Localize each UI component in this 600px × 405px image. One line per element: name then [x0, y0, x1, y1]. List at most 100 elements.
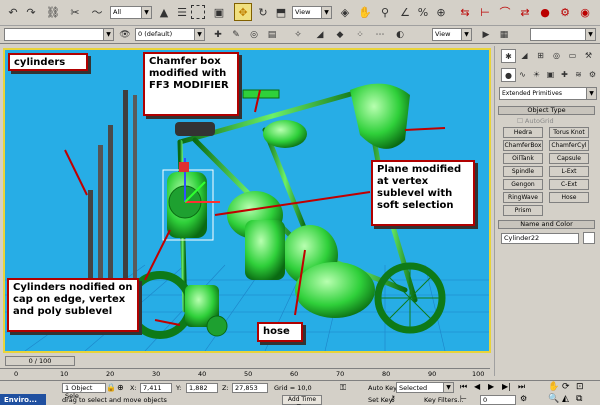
motion-tab-icon[interactable]: ◎: [549, 49, 564, 63]
quick-render-icon[interactable]: ◉: [576, 3, 594, 21]
angle-snap-icon[interactable]: ∠: [396, 3, 414, 21]
helpers-icon[interactable]: ✚: [557, 68, 572, 82]
pivot-center-icon[interactable]: ◈: [336, 3, 354, 21]
cameras-icon[interactable]: ▣: [543, 68, 558, 82]
chamfer-box[interactable]: [242, 89, 280, 99]
next-frame-icon[interactable]: ▶|: [502, 382, 511, 391]
seat[interactable]: [263, 120, 307, 148]
spacewarps-icon[interactable]: ≋: [571, 68, 586, 82]
track-bar[interactable]: 0 10 20 30 40 50 60 70 80 90 100: [0, 368, 490, 380]
snap-icon[interactable]: ⚲: [376, 3, 394, 21]
display-tab-icon[interactable]: ▭: [565, 49, 580, 63]
object-color-swatch[interactable]: [583, 232, 595, 244]
mirror-icon[interactable]: ⇆: [456, 3, 474, 21]
layer-manager-icon[interactable]: ▤: [264, 27, 280, 42]
category-dropdown[interactable]: Extended Primitives ▼: [499, 87, 597, 100]
select-layer-icon[interactable]: ◎: [246, 27, 262, 42]
absolute-mode-icon[interactable]: ⊕: [117, 383, 124, 392]
render-setup-icon[interactable]: ⚙: [556, 3, 574, 21]
time-config-icon[interactable]: ⚙: [520, 394, 527, 403]
hedra-button[interactable]: Hedra: [503, 127, 543, 138]
window-crossing-icon[interactable]: ▣: [210, 3, 228, 21]
curve-editor-icon[interactable]: ⌒: [496, 3, 514, 21]
torus-knot-button[interactable]: Torus Knot: [549, 127, 589, 138]
key-mode-icon[interactable]: ⚿: [340, 383, 346, 393]
percent-snap-icon[interactable]: %: [414, 3, 432, 21]
layer-visible-icon[interactable]: 👁: [117, 27, 133, 42]
fender-plane[interactable]: [350, 83, 410, 149]
handlebar[interactable]: [175, 122, 215, 136]
object-type-rollout[interactable]: Object Type: [498, 106, 595, 115]
z-coordinate-field[interactable]: 27,853: [232, 383, 268, 393]
y-coordinate-field[interactable]: 1,882: [186, 383, 218, 393]
geometry-icon[interactable]: ●: [501, 68, 516, 82]
field-of-view-icon[interactable]: ◭: [562, 394, 569, 404]
auto-key-button[interactable]: Auto Key: [368, 384, 397, 392]
current-frame-field[interactable]: 0: [480, 395, 516, 405]
chamfercyl-button[interactable]: ChamferCyl: [549, 140, 589, 151]
name-color-rollout[interactable]: Name and Color: [498, 220, 595, 229]
spindle-button[interactable]: Spindle: [503, 166, 543, 177]
c-ext-button[interactable]: C-Ext: [549, 179, 589, 190]
time-slider[interactable]: 0 / 100: [3, 355, 491, 367]
hierarchy-tab-icon[interactable]: ⊞: [533, 49, 548, 63]
front-wheel[interactable]: [126, 271, 194, 339]
prev-frame-icon[interactable]: ◀: [474, 382, 480, 391]
add-to-layer-icon[interactable]: ✎: [228, 27, 244, 42]
zoom-extents-icon[interactable]: ⊡: [576, 382, 584, 392]
array-icon[interactable]: ⁘: [352, 27, 368, 42]
bind-spacewarp-icon[interactable]: 〜: [88, 3, 106, 21]
x-coordinate-field[interactable]: 7,411: [140, 383, 172, 393]
named-selection-dropdown[interactable]: ▼: [4, 28, 114, 41]
utilities-tab-icon[interactable]: ⚒: [581, 49, 596, 63]
spacing-icon[interactable]: ⋯: [372, 27, 388, 42]
isolate-icon[interactable]: ✧: [290, 27, 306, 42]
display-floater-icon[interactable]: ◢: [312, 27, 328, 42]
key-mode-toggle-icon[interactable]: ⊢: [460, 394, 467, 403]
render-preset-dropdown[interactable]: ▼: [530, 28, 596, 41]
selection-filter-dropdown[interactable]: All ▼: [110, 6, 152, 19]
oiltank-button[interactable]: OilTank: [503, 153, 543, 164]
goto-end-icon[interactable]: ⏭: [518, 382, 525, 392]
ringwave-button[interactable]: RingWave: [503, 192, 543, 203]
scale-icon[interactable]: ⬒: [272, 3, 290, 21]
material-editor-icon[interactable]: ●: [536, 3, 554, 21]
key-filters-button[interactable]: Key Filters...: [424, 396, 464, 404]
key-set-dropdown[interactable]: Selected ▼: [396, 382, 454, 393]
align-icon[interactable]: ⊢: [476, 3, 494, 21]
taskbar-button[interactable]: Enviro...: [0, 394, 46, 405]
zoom-icon[interactable]: 🔍: [548, 394, 559, 404]
play-icon[interactable]: ▶: [488, 382, 494, 391]
pan-icon[interactable]: ✋: [548, 382, 559, 392]
ref-coord-dropdown[interactable]: View ▼: [292, 6, 332, 19]
autogrid-checkbox[interactable]: ☐ AutoGrid: [517, 117, 554, 125]
maximize-viewport-icon[interactable]: ⧉: [576, 394, 582, 404]
capsule-button[interactable]: Capsule: [549, 153, 589, 164]
l-ext-button[interactable]: L-Ext: [549, 166, 589, 177]
prism-button[interactable]: Prism: [503, 205, 543, 216]
undo-icon[interactable]: ↶: [4, 3, 22, 21]
orbit-icon[interactable]: ⟳: [562, 382, 570, 392]
goto-start-icon[interactable]: ⏮: [460, 382, 467, 392]
shapes-icon[interactable]: ∿: [515, 68, 530, 82]
perspective-viewport[interactable]: cylinders Chamfer box modified with FF3 …: [3, 48, 491, 353]
systems-icon[interactable]: ⚙: [585, 68, 600, 82]
gengon-button[interactable]: Gengon: [503, 179, 543, 190]
lower-cylinder[interactable]: [185, 285, 228, 337]
render-frame-icon[interactable]: ▦: [496, 27, 512, 42]
rect-selection-icon[interactable]: [191, 5, 205, 19]
view-dropdown[interactable]: View ▼: [432, 28, 472, 41]
object-name-field[interactable]: Cylinder22: [501, 233, 579, 244]
hose-button[interactable]: Hose: [549, 192, 589, 203]
selected-cylinder[interactable]: [162, 158, 220, 241]
move-icon[interactable]: ✥: [234, 3, 252, 21]
redo-icon[interactable]: ↷: [22, 3, 40, 21]
shade-icon[interactable]: ◆: [332, 27, 348, 42]
spinner-snap-icon[interactable]: ⊕: [432, 3, 450, 21]
modify-tab-icon[interactable]: ◢: [517, 49, 532, 63]
unlink-icon[interactable]: ✂: [66, 3, 84, 21]
add-time-tag-button[interactable]: Add Time Tag: [282, 395, 322, 405]
new-layer-icon[interactable]: ✚: [210, 27, 226, 42]
set-key-icon[interactable]: ⚷: [390, 394, 396, 403]
schematic-view-icon[interactable]: ⇄: [516, 3, 534, 21]
